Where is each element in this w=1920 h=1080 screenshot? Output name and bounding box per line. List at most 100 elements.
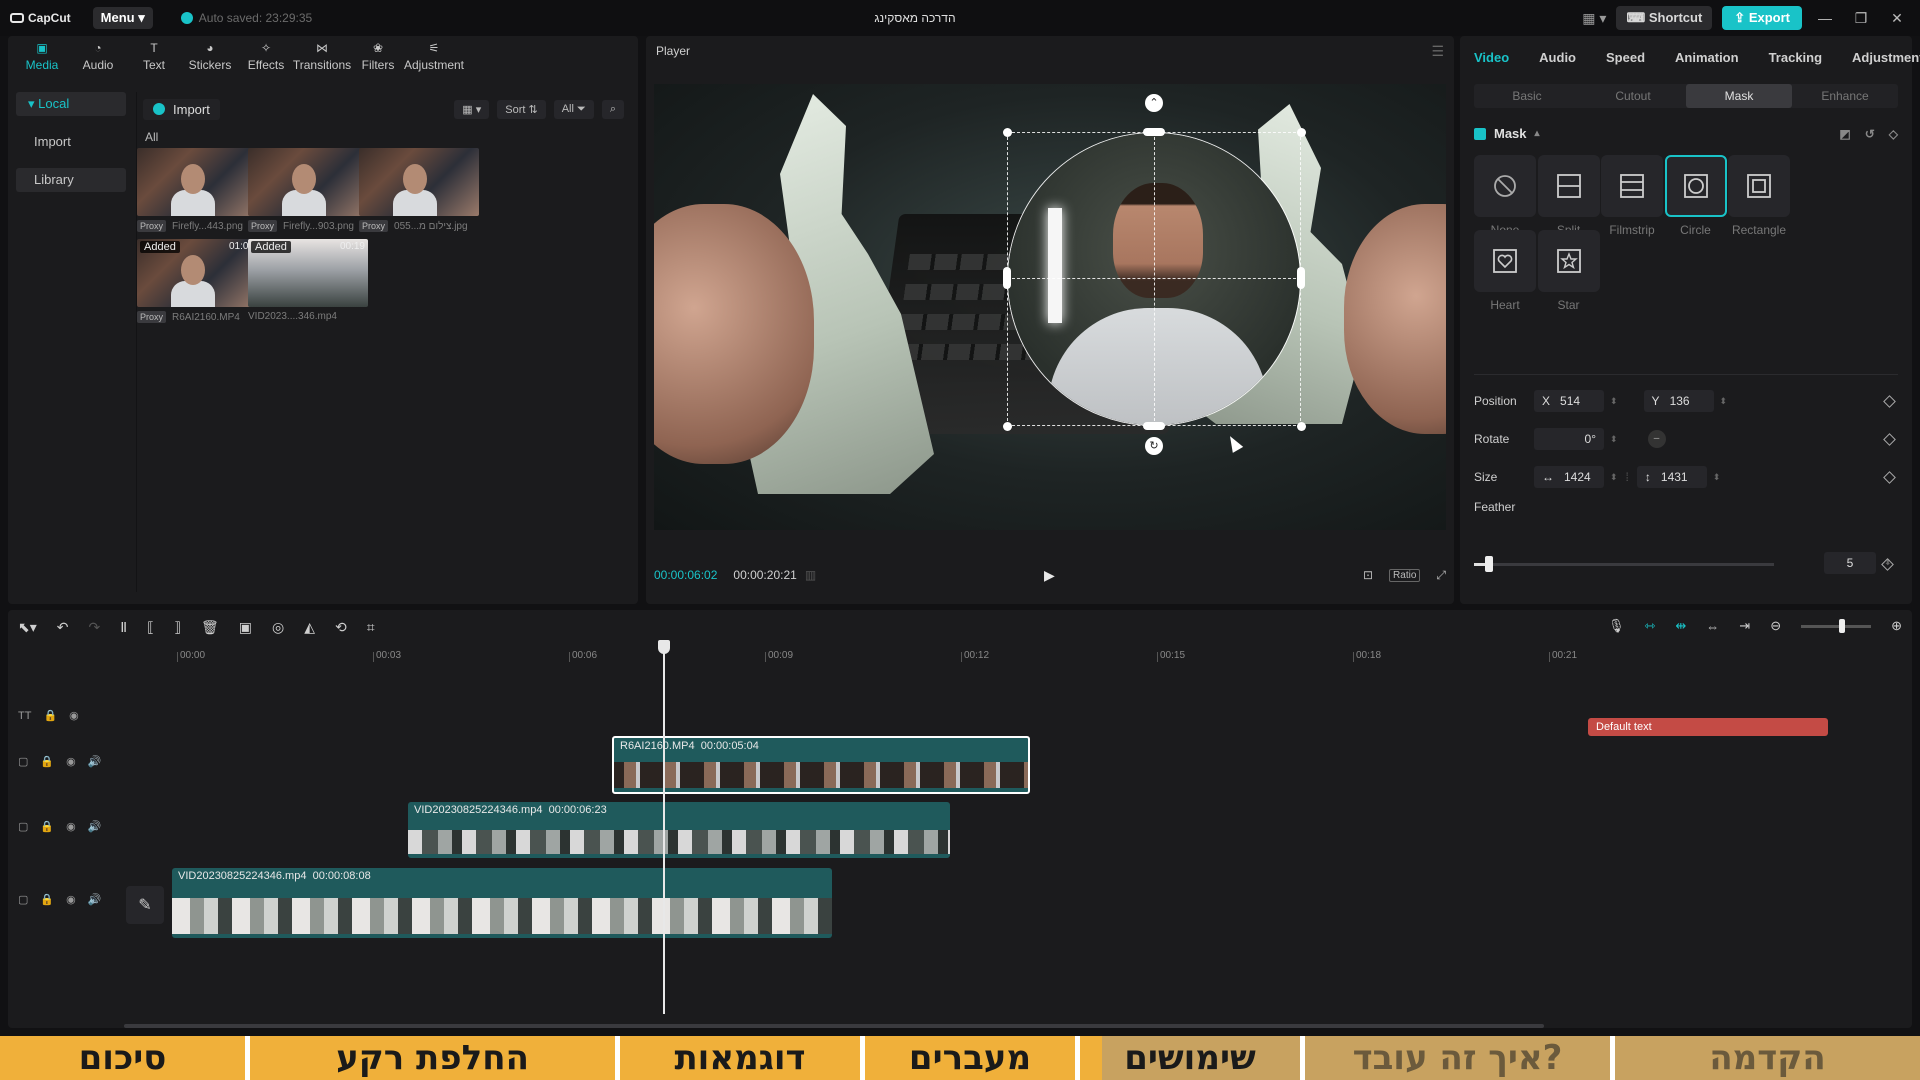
chapter-7[interactable]: הקדמה [1615,1036,1920,1080]
freeze-icon[interactable]: ▣ [239,619,252,636]
split-left-icon[interactable]: ⟦ [147,619,154,636]
stepper-icon[interactable]: ⬍ [1610,472,1618,483]
tab-tracking[interactable]: Tracking [1769,50,1822,65]
lock-icon[interactable]: 🔒 [43,709,57,722]
mask-shape-rectangle[interactable]: Rectangle [1728,155,1790,237]
tab-video[interactable]: Video [1474,50,1509,65]
video-clip[interactable]: R6AI2160.MP4 00:00:05:04 [612,736,1030,794]
stepper-icon[interactable]: ⬍ [1720,396,1728,407]
reset-icon[interactable]: ↺ [1865,127,1875,141]
shortcut-button[interactable]: ⌨ Shortcut [1616,6,1713,30]
invert-mask-icon[interactable]: ◩ [1839,127,1850,141]
tab-speed[interactable]: Speed [1606,50,1645,65]
keyframe-icon[interactable] [1883,470,1896,484]
zoom-out-icon[interactable]: ⊖ [1770,618,1781,634]
export-button[interactable]: ⇪ Export [1722,6,1802,30]
media-item[interactable]: Proxy Firefly...903.png [248,148,368,232]
lock-icon[interactable]: 🔒 [40,755,54,768]
feather-slider-knob[interactable] [1485,556,1493,572]
mask-corner-handle[interactable] [1003,128,1012,137]
edit-cover-icon[interactable]: ✎ [126,886,164,924]
eye-icon[interactable]: ◉ [66,893,76,906]
video-clip-main[interactable]: VID20230825224346.mp4 00:00:08:08 [172,868,832,938]
crop-icon[interactable]: ⌗ [367,619,375,636]
subtab-basic[interactable]: Basic [1474,84,1580,108]
menu-icon[interactable]: ☰ [1431,43,1444,60]
speaker-icon[interactable]: 🔊 [88,820,102,833]
maximize-button[interactable]: ❐ [1848,10,1874,27]
speaker-icon[interactable]: 🔊 [88,755,102,768]
mask-edge-handle-top[interactable] [1143,128,1165,136]
filter-button[interactable]: All ⏷ [553,99,594,119]
import-button[interactable]: Import [143,98,220,120]
feather-field[interactable]: 5 [1824,552,1876,574]
tab-text[interactable]: T Text [126,40,182,80]
mask-edge-handle-left[interactable] [1003,267,1011,289]
mask-shape-none[interactable]: None [1474,155,1536,237]
media-item[interactable]: Added 01:04 Proxy R6AI2160.MP4 [137,239,257,323]
close-button[interactable]: ✕ [1884,10,1910,27]
video-clip[interactable]: VID20230825224346.mp4 00:00:06:23 [408,802,950,858]
mask-shape-star[interactable]: Star [1537,230,1600,312]
zoom-slider[interactable] [1801,618,1872,633]
split-icon[interactable]: Ⅱ [120,619,127,636]
split-audio-icon[interactable]: ⇥ [1739,618,1750,634]
tab-adjustment[interactable]: Adjustment [1852,50,1920,65]
position-x-field[interactable]: X 514 [1534,390,1604,412]
mask-shape-circle[interactable]: Circle [1664,155,1727,237]
position-y-field[interactable]: Y 136 [1643,390,1714,412]
mask-edge-handle-bottom[interactable] [1143,422,1165,430]
keyframe-icon[interactable] [1883,394,1896,408]
split-right-icon[interactable]: ⟧ [174,619,181,636]
mask-corner-handle[interactable] [1297,128,1306,137]
rotate-dial-icon[interactable]: – [1647,430,1666,448]
search-icon[interactable]: ⌕ [601,99,624,119]
speaker-icon[interactable]: 🔊 [88,893,102,906]
feather-slider[interactable] [1474,563,1774,566]
sidebar-item-import[interactable]: Import [16,130,126,154]
rotate-icon[interactable]: ⟲ [335,619,347,636]
subtab-mask[interactable]: Mask [1686,84,1792,108]
mask-shape-filmstrip[interactable]: Filmstrip [1601,155,1663,237]
eye-icon[interactable]: ◉ [66,755,76,768]
eye-icon[interactable]: ◉ [69,709,79,722]
redo-icon[interactable]: ↷ [89,619,101,636]
tab-effects[interactable]: ✧ Effects [238,40,294,80]
tab-stickers[interactable]: ◕ Stickers [182,40,238,80]
eye-icon[interactable]: ◉ [66,820,76,833]
timeline-scrollbar[interactable] [124,1024,1544,1028]
snapshot-icon[interactable]: ⊡ [1363,568,1373,582]
media-item[interactable]: Proxy Firefly...443.png [137,148,257,232]
zoom-in-icon[interactable]: ⊕ [1891,618,1902,634]
view-mode-button[interactable]: ▦ ▾ [454,99,490,119]
chapter-2[interactable]: החלפת רקע [250,1036,620,1080]
mirror-icon[interactable]: ◭ [304,619,315,636]
link-icon[interactable]: ⁞ [1626,470,1629,484]
play-button[interactable]: ▶ [1044,567,1055,584]
chapter-1[interactable]: סיכום [0,1036,250,1080]
tab-animation[interactable]: Animation [1675,50,1739,65]
sort-button[interactable]: Sort ⇅ [497,99,546,119]
size-width-field[interactable]: ↔ 1424 [1534,466,1604,488]
chapter-5[interactable]: שימושים [1080,1036,1305,1080]
link-clips-icon[interactable]: ⇹ [1675,618,1686,634]
subtab-cutout[interactable]: Cutout [1580,84,1686,108]
mask-shape-heart[interactable]: Heart [1474,230,1536,312]
chapter-6[interactable]: איך זה עובד? [1305,1036,1615,1080]
layout-icon[interactable]: ▦ ▾ [1582,10,1606,27]
delete-icon[interactable]: 🗑 [201,619,219,636]
mask-corner-handle[interactable] [1297,422,1306,431]
tab-filters[interactable]: ❀ Filters [350,40,406,80]
feather-handle-icon[interactable]: ⌃ [1145,94,1163,112]
lock-icon[interactable]: 🔒 [40,820,54,833]
chapter-4[interactable]: מעברים [865,1036,1080,1080]
mask-corner-handle[interactable] [1003,422,1012,431]
sidebar-item-local[interactable]: ▾ Local [16,92,126,116]
reverse-icon[interactable]: ◎ [272,619,284,636]
text-clip[interactable]: Default text [1588,718,1828,736]
stepper-icon[interactable]: ⬍ [1610,396,1618,407]
fullscreen-icon[interactable]: ⤢ [1436,568,1446,583]
rotate-field[interactable]: 0° [1534,428,1604,450]
media-item[interactable]: Added 00:19 VID2023....346.mp4 [248,239,368,322]
tab-media[interactable]: ▣ Media [14,40,70,80]
